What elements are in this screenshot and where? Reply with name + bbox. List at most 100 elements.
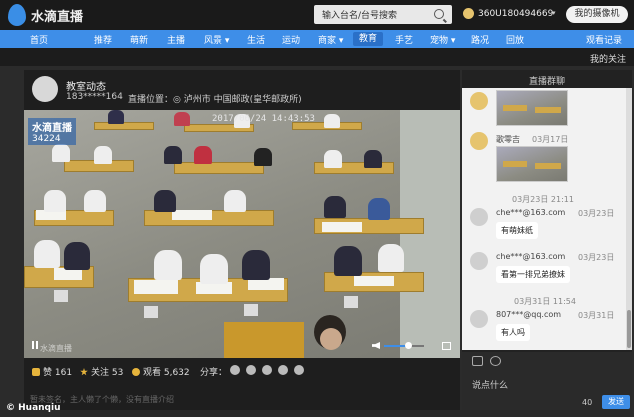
nav-item-new[interactable]: 萌新 [130,33,148,46]
chair [54,290,68,302]
follow-button[interactable]: 关注 53 [80,365,123,378]
book [354,276,394,286]
share-qq-icon[interactable] [262,365,272,375]
like-button[interactable]: 赞 161 [32,365,72,378]
share-link-icon[interactable] [294,365,304,375]
site-logo[interactable]: 水滴直播 [8,4,83,26]
student [324,196,346,218]
follow-count: 关注 53 [91,368,124,378]
avatar[interactable] [470,92,488,110]
like-count: 赞 161 [43,368,73,378]
share-wechat-icon[interactable] [230,365,240,375]
chat-bubble: 看第一排兄弟撩妹 [496,266,570,283]
student [324,114,340,128]
nav-item-recommend[interactable]: 推荐 [94,33,112,46]
nav-item-traffic[interactable]: 路况 [471,33,489,46]
nav-item-anchor[interactable]: 主播 [167,33,185,46]
category-nav: 首页 推荐 萌新 主播 风景 ▾ 生活 运动 商家 ▾ 教育 手艺 宠物 ▾ 路… [0,30,634,48]
chat-messages[interactable]: 歌零吉 03月17日 03月23日 21:11 che***@163.com 0… [462,88,626,350]
volume-slider-handle[interactable] [405,342,412,349]
room-location: 直播位置：◎ 泸州市 中国邮政(皇华邮政所) [128,95,302,105]
student [84,190,106,212]
nav-item-sports[interactable]: 运动 [282,33,300,46]
student [254,148,272,166]
book [172,210,212,220]
student [34,240,60,268]
chat-scrollbar-thumb[interactable] [627,310,631,348]
thumbnail-desk [503,161,527,167]
send-button[interactable]: 发送 [602,395,630,409]
chat-username: che***@163.com [496,208,566,217]
chair [344,296,358,308]
chat-input[interactable]: 说点什么 [472,378,508,391]
my-camera-button[interactable]: 我的摄像机 [566,6,628,23]
student [44,190,66,212]
share-weibo-icon[interactable] [246,365,256,375]
avatar[interactable] [470,132,488,150]
student [364,150,382,168]
fullscreen-icon[interactable] [442,342,451,350]
student [154,190,176,212]
dropdown-arrow-icon: ▾ [450,36,456,46]
teacher-face [320,328,342,350]
nav-item-scenery[interactable]: 风景 ▾ [204,33,229,46]
avatar[interactable] [32,76,58,102]
nav-item-replay[interactable]: 回放 [506,33,524,46]
nav-item-history[interactable]: 观看记录 [586,33,622,46]
search-icon[interactable] [434,9,444,19]
chat-image[interactable] [496,146,568,182]
chevron-down-icon[interactable]: ▾ [552,9,556,17]
chat-username: 歌零吉 [496,135,520,144]
desk [174,162,264,174]
thumbnail-desk [503,105,527,111]
chat-time: 03月23日 [578,209,615,218]
nav-item-life[interactable]: 生活 [247,33,265,46]
nav-item-education[interactable]: 教育 [353,32,384,46]
student [52,144,70,162]
desk [94,122,154,130]
student [334,246,362,276]
video-timestamp: 2017/06/24 14:43:53 [212,114,315,124]
nav-item-pets[interactable]: 宠物 ▾ [430,33,455,46]
book [134,280,178,294]
sub-bar: 我的关注 [0,48,634,66]
search-input[interactable]: 输入台名/台号搜索 [314,5,452,24]
dropdown-arrow-icon: ▾ [338,36,344,46]
avatar[interactable] [470,252,488,270]
chat-time: 03月31日 [578,311,615,320]
nav-item-label: 宠物 [430,36,449,46]
user-id[interactable]: 360U180494669 [478,9,553,19]
nav-item-merchants[interactable]: 商家 ▾ [318,33,343,46]
chat-username: 807***@qq.com [496,310,562,319]
chair [244,304,258,316]
top-header: 水滴直播 输入台名/台号搜索 360U180494669 ▾ 我的摄像机 [0,0,634,30]
student [154,250,182,280]
avatar[interactable] [470,208,488,226]
image-icon[interactable] [472,356,483,366]
chat-image[interactable] [496,90,568,126]
video-player[interactable]: 水滴直播 34224 2017/06/24 14:43:53 水滴直播 [24,110,460,358]
share-qzone-icon[interactable] [278,365,288,375]
book [322,222,362,232]
search-placeholder: 输入台名/台号搜索 [322,11,398,21]
bottom-watermark: 水滴直播 [40,344,72,353]
avatar[interactable] [463,8,474,19]
room-owner[interactable]: 183*****164 [66,92,123,102]
chat-time: 03月17日 [532,135,569,144]
thumbnail-desk [535,107,561,113]
student [368,198,390,220]
pause-icon[interactable] [32,341,38,349]
my-follow-link[interactable]: 我的关注 [590,52,626,65]
emoji-icon[interactable] [490,356,501,366]
classroom-wall [400,110,460,358]
nav-item-home[interactable]: 首页 [30,33,48,46]
char-count: 40 [582,398,593,407]
room-title: 教室动态 [66,82,106,93]
avatar[interactable] [470,310,488,328]
camera-views: 34224 [32,134,61,144]
nav-item-craft[interactable]: 手艺 [395,33,413,46]
nav-item-label: 风景 [204,36,223,46]
classroom-floor [24,110,460,358]
student [200,254,228,284]
live-room-panel: 教室动态 183*****164 直播位置：◎ 泸州市 中国邮政(皇华邮政所) [24,70,460,410]
